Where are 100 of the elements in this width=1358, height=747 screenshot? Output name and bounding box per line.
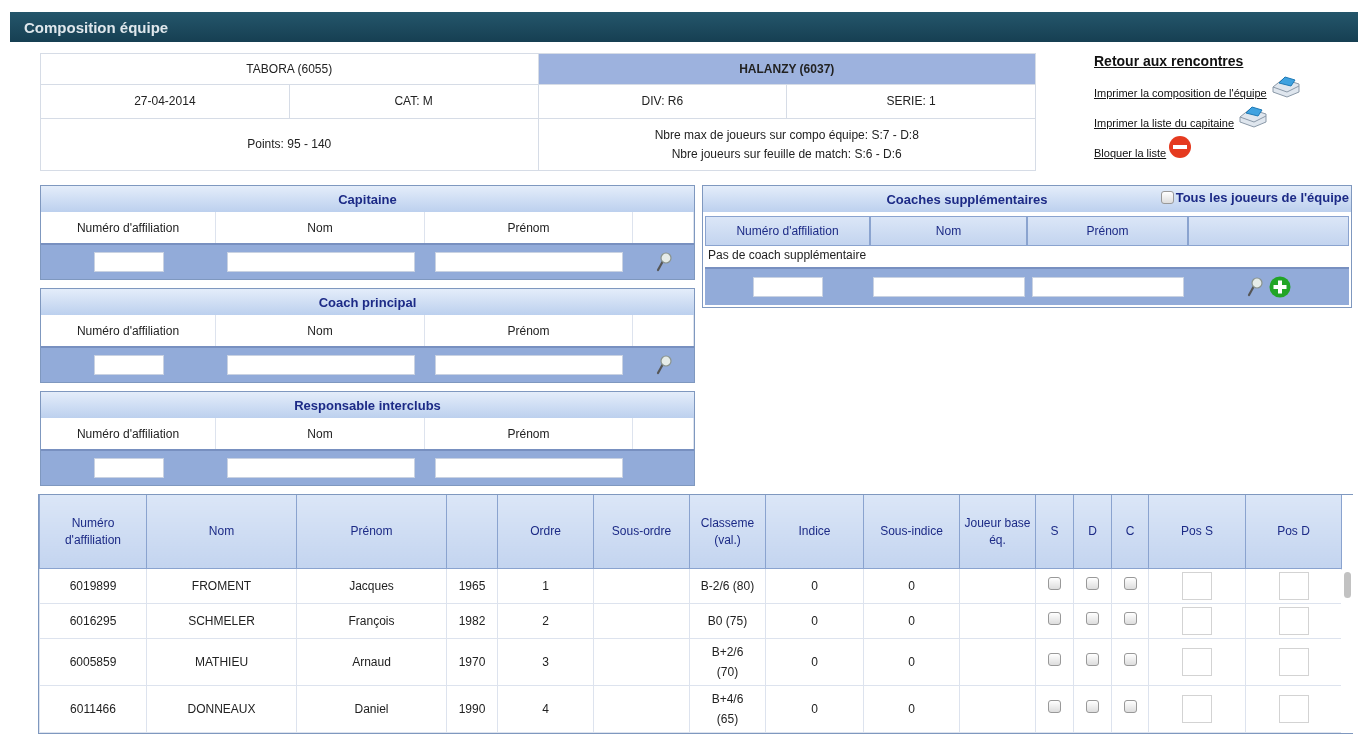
table-cell: Daniel (296, 685, 447, 733)
text-field[interactable] (93, 355, 164, 375)
home-team: TABORA (6055) (40, 53, 538, 85)
table-cell: FROMENT (146, 568, 297, 604)
table-cell: 0 (765, 685, 864, 733)
text-field[interactable] (226, 355, 415, 375)
column-header: Prénom (1027, 216, 1188, 246)
column-header: Sous-indice (863, 495, 960, 569)
position-field[interactable] (1182, 695, 1212, 723)
text-field[interactable] (93, 252, 164, 272)
checkbox[interactable] (1123, 612, 1137, 625)
table-cell: 1982 (446, 603, 498, 639)
column-header: Numéro d'affiliation (39, 495, 147, 569)
table-cell: 2 (497, 603, 594, 639)
text-field[interactable] (435, 252, 623, 272)
add-icon[interactable] (1268, 276, 1291, 298)
table-cell: 0 (863, 638, 960, 686)
table-cell: 1 (497, 568, 594, 604)
table-cell: 6016295 (39, 603, 147, 639)
column-header: Sous-ordre (593, 495, 690, 569)
table-cell: 0 (863, 685, 960, 733)
away-team: HALANZY (6037) (538, 53, 1036, 85)
panel-title: Coaches supplémentaires (886, 191, 1048, 207)
text-field[interactable] (752, 277, 823, 297)
table-cell: B+2/6 (70) (689, 638, 766, 686)
category: CAT: M (289, 84, 538, 119)
position-field[interactable] (1182, 572, 1212, 600)
checkbox[interactable] (1123, 653, 1137, 666)
position-field[interactable] (1278, 648, 1309, 676)
match-date: 27-04-2014 (40, 84, 290, 119)
position-field[interactable] (1278, 572, 1309, 600)
table-cell: 0 (765, 603, 864, 639)
text-field[interactable] (226, 458, 415, 478)
minus-circle-icon[interactable] (1168, 135, 1193, 159)
position-field[interactable] (1182, 607, 1212, 635)
panel-title: Coach principal (318, 294, 417, 310)
print-link[interactable]: Imprimer la liste du capitaine (1094, 117, 1234, 129)
position-field[interactable] (1182, 648, 1212, 676)
text-field[interactable] (1031, 277, 1184, 297)
column-header: Joueur base éq. (959, 495, 1036, 569)
checkbox[interactable] (1086, 700, 1099, 713)
text-field[interactable] (226, 252, 415, 272)
page-title: Composition équipe (24, 18, 169, 36)
column-header: Prénom (296, 495, 447, 569)
table-cell: B0 (75) (689, 603, 766, 639)
text-field[interactable] (93, 458, 164, 478)
points: Points: 95 - 140 (40, 118, 538, 171)
printer-icon[interactable] (1236, 105, 1268, 129)
text-field[interactable] (435, 458, 623, 478)
table-cell: Arnaud (296, 638, 447, 686)
table-cell: 1970 (446, 638, 498, 686)
column-header: C (1111, 495, 1149, 569)
table-cell: 4 (497, 685, 594, 733)
table-cell: 3 (497, 638, 594, 686)
table-cell: 0 (863, 603, 960, 639)
table-cell: B+4/6 (65) (689, 685, 766, 733)
column-header: S (1035, 495, 1074, 569)
column-header: Classeme (val.) (689, 495, 766, 569)
block-link[interactable]: Bloquer la liste (1094, 147, 1167, 159)
checkbox[interactable] (1048, 700, 1061, 713)
column-header: D (1073, 495, 1112, 569)
serie: SERIE: 1 (786, 84, 1036, 119)
table-cell: 1965 (446, 568, 498, 604)
column-header: Pos S (1148, 495, 1246, 569)
table-cell: 0 (863, 568, 960, 604)
text-field[interactable] (435, 355, 623, 375)
checkbox[interactable] (1086, 577, 1099, 590)
column-header: Nom (870, 216, 1027, 246)
checkbox[interactable] (1048, 653, 1061, 666)
back-link[interactable]: Retour aux rencontres (1094, 53, 1244, 69)
checkbox[interactable] (1048, 612, 1061, 625)
checkbox[interactable] (1048, 577, 1061, 590)
print-link[interactable]: Imprimer la composition de l'équipe (1094, 87, 1267, 99)
table-cell: B-2/6 (80) (689, 568, 766, 604)
table-cell: Jacques (296, 568, 447, 604)
scrollbar-thumb[interactable] (1343, 572, 1351, 598)
table-cell: 6005859 (39, 638, 147, 686)
table-cell: 0 (765, 568, 864, 604)
panel-title: Capitaine (338, 191, 397, 207)
table-cell: MATHIEU (146, 638, 297, 686)
table-cell: 6019899 (39, 568, 147, 604)
table-cell: 1990 (446, 685, 498, 733)
column-header: Numéro d'affiliation (705, 216, 870, 246)
table-cell: 0 (765, 638, 864, 686)
empty-message: Pas de coach supplémentaire (707, 247, 868, 264)
text-field[interactable] (872, 277, 1025, 297)
table-cell: SCHMELER (146, 603, 297, 639)
table-cell: François (296, 603, 447, 639)
position-field[interactable] (1278, 607, 1309, 635)
checkbox[interactable] (1123, 700, 1137, 713)
checkbox[interactable] (1086, 653, 1099, 666)
position-field[interactable] (1278, 695, 1309, 723)
all-players-checkbox[interactable]: Tous les joueurs de l'équipe (1160, 190, 1349, 205)
table-cell: DONNEAUX (146, 685, 297, 733)
checkbox[interactable] (1086, 612, 1099, 625)
column-header: Ordre (497, 495, 594, 569)
search-icon[interactable] (655, 355, 672, 375)
checkbox[interactable] (1123, 577, 1137, 590)
search-icon[interactable] (655, 252, 672, 272)
search-icon[interactable] (1246, 277, 1263, 297)
